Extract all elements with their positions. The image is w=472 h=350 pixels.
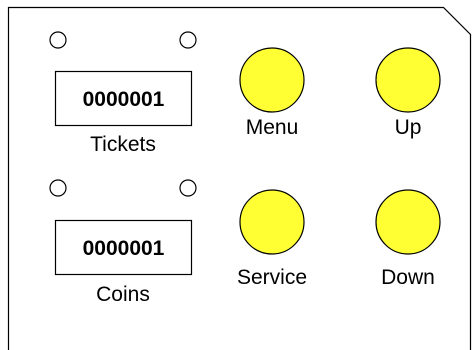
mounting-hole-icon — [49, 31, 67, 49]
service-button-label: Service — [237, 266, 307, 289]
service-button[interactable]: Service — [237, 189, 307, 289]
coins-label: Coins — [96, 283, 150, 306]
up-button[interactable]: Up — [375, 47, 441, 139]
coins-counter-group: 0000001 Coins — [49, 179, 197, 306]
mounting-hole-icon — [179, 179, 197, 197]
tickets-label: Tickets — [90, 133, 156, 156]
mounting-hole-icon — [179, 31, 197, 49]
service-button-circle[interactable] — [239, 189, 305, 255]
menu-button-label: Menu — [246, 116, 299, 139]
coins-counter-value: 0000001 — [83, 237, 165, 260]
tickets-counter-group: 0000001 Tickets — [49, 31, 197, 156]
down-button-circle[interactable] — [375, 189, 441, 255]
up-button-circle[interactable] — [375, 47, 441, 113]
menu-button-circle[interactable] — [239, 47, 305, 113]
menu-button[interactable]: Menu — [239, 47, 305, 139]
down-button-label: Down — [381, 266, 435, 289]
mounting-hole-icon — [49, 179, 67, 197]
operator-panel-diagram: 0000001 Tickets 0000001 Coins Menu Up Se… — [7, 6, 472, 350]
tickets-counter-value: 0000001 — [83, 88, 165, 111]
up-button-label: Up — [395, 116, 422, 139]
down-button[interactable]: Down — [375, 189, 441, 289]
